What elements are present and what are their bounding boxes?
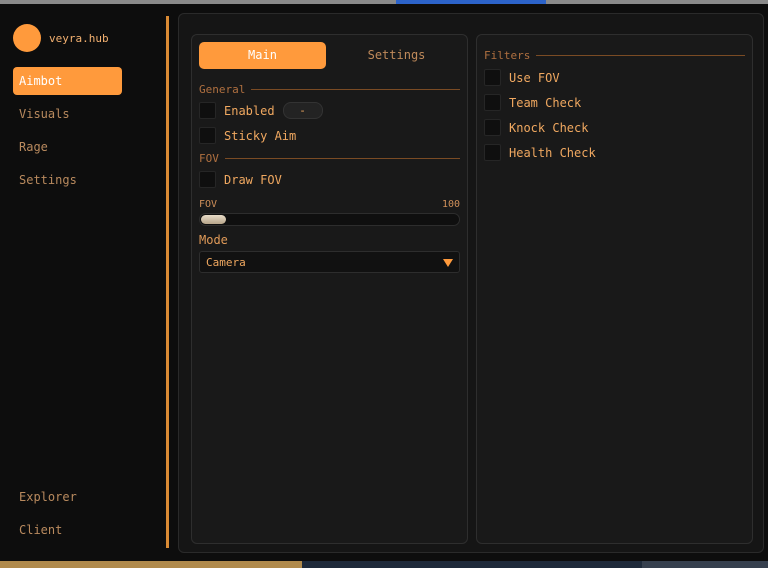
fov-slider-handle[interactable]: [201, 215, 226, 224]
mode-dropdown[interactable]: Camera: [199, 251, 460, 273]
brand: veyra.hub: [13, 24, 109, 52]
draw-fov-checkbox[interactable]: [199, 171, 216, 188]
fov-slider-value: 100: [441, 199, 460, 210]
sticky-aim-label: Sticky Aim: [224, 128, 297, 143]
sidebar-item-rage[interactable]: Rage: [13, 133, 122, 161]
menu-window: veyra.hub Aimbot Visuals Rage Settings E…: [0, 4, 768, 561]
general-section-title: General: [199, 83, 246, 96]
team-check-checkbox[interactable]: [484, 94, 501, 111]
background-dark-texture: [302, 561, 642, 568]
dropdown-arrow-icon: [443, 259, 453, 267]
section-divider: [224, 158, 460, 159]
team-check-row: Team Check: [484, 94, 581, 111]
filters-panel: Filters Use FOV Team Check Knock Check H…: [476, 34, 753, 544]
fov-slider[interactable]: [199, 213, 460, 226]
tab-settings[interactable]: Settings: [333, 42, 460, 69]
section-divider: [536, 55, 745, 56]
fov-slider-label: FOV: [199, 199, 218, 210]
background-bottom-strip: [0, 561, 768, 568]
sidebar-item-aimbot[interactable]: Aimbot: [13, 67, 122, 95]
sidebar: veyra.hub Aimbot Visuals Rage Settings E…: [0, 4, 166, 561]
brand-name: veyra.hub: [49, 31, 109, 45]
fov-section-title: FOV: [199, 152, 219, 165]
sidebar-item-settings[interactable]: Settings: [13, 166, 122, 194]
knock-check-checkbox[interactable]: [484, 119, 501, 136]
enabled-checkbox[interactable]: [199, 102, 216, 119]
filters-section-header: Filters: [484, 49, 745, 62]
sidebar-divider: [166, 16, 169, 548]
mode-label: Mode: [199, 233, 228, 247]
filters-section-title: Filters: [484, 49, 531, 62]
general-section-header: General: [199, 83, 460, 96]
section-divider: [251, 89, 460, 90]
team-check-label: Team Check: [509, 95, 582, 110]
background-wood-texture: [0, 561, 302, 568]
knock-check-row: Knock Check: [484, 119, 588, 136]
health-check-checkbox[interactable]: [484, 144, 501, 161]
health-check-row: Health Check: [484, 144, 596, 161]
fov-slider-header: FOV 100: [199, 199, 460, 210]
sidebar-item-client[interactable]: Client: [13, 516, 122, 544]
use-fov-label: Use FOV: [509, 70, 560, 85]
use-fov-row: Use FOV: [484, 69, 560, 86]
mode-dropdown-value: Camera: [206, 256, 246, 269]
aimbot-panel: Main Settings General Enabled - Sticky A…: [191, 34, 468, 544]
fov-section-header: FOV: [199, 152, 460, 165]
knock-check-label: Knock Check: [509, 120, 589, 135]
health-check-label: Health Check: [509, 145, 596, 160]
draw-fov-row: Draw FOV: [199, 171, 282, 188]
enabled-label: Enabled: [224, 103, 275, 118]
tab-main[interactable]: Main: [199, 42, 326, 69]
sticky-aim-row: Sticky Aim: [199, 127, 296, 144]
avatar: [13, 24, 41, 52]
main-content: Main Settings General Enabled - Sticky A…: [178, 13, 764, 553]
sidebar-item-visuals[interactable]: Visuals: [13, 100, 122, 128]
sticky-aim-checkbox[interactable]: [199, 127, 216, 144]
use-fov-checkbox[interactable]: [484, 69, 501, 86]
enabled-row: Enabled -: [199, 102, 323, 119]
draw-fov-label: Draw FOV: [224, 172, 282, 187]
enabled-keybind-button[interactable]: -: [282, 102, 323, 119]
sidebar-item-explorer[interactable]: Explorer: [13, 483, 122, 511]
